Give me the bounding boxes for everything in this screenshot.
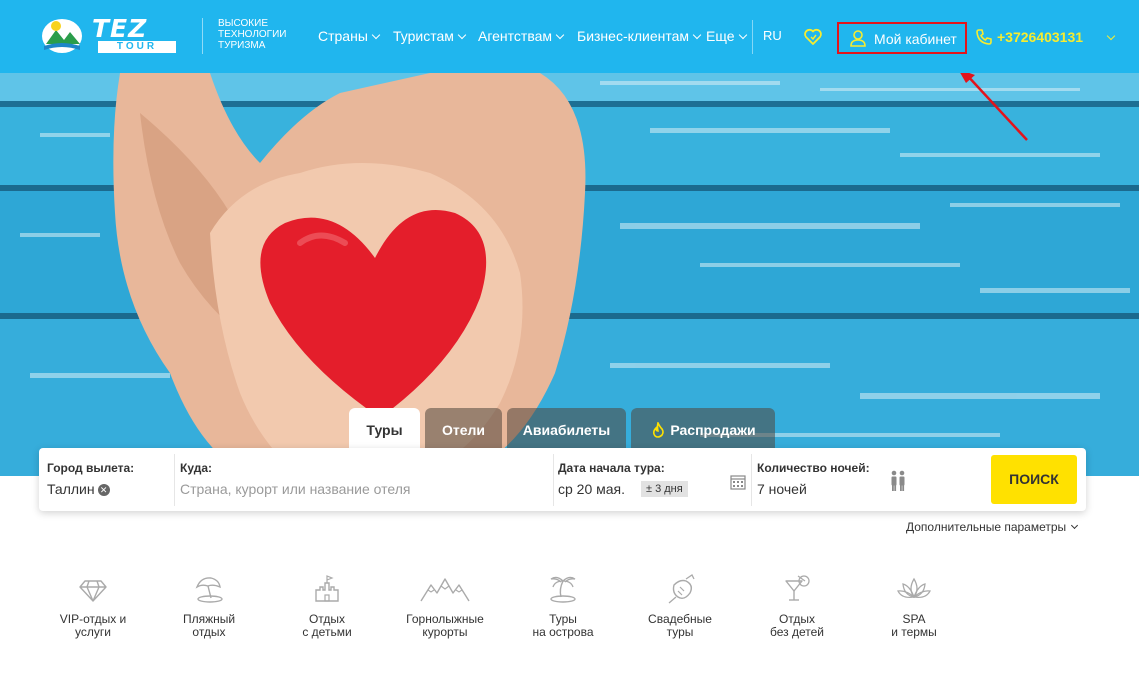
my-cabinet-button[interactable]: Мой кабинет bbox=[837, 22, 967, 54]
nights-label: Количество ночей: bbox=[757, 461, 870, 475]
tab-hotels[interactable]: Отели bbox=[425, 408, 502, 448]
cocktail-icon bbox=[785, 575, 810, 601]
chevron-down-icon bbox=[555, 30, 565, 40]
nav-item-countries[interactable]: Страны bbox=[318, 28, 381, 44]
category-label: курорты bbox=[422, 625, 468, 639]
phone-icon bbox=[976, 29, 992, 45]
palm-island-icon bbox=[550, 576, 576, 603]
date-label: Дата начала тура: bbox=[558, 461, 665, 475]
category-label: туры bbox=[666, 625, 694, 639]
calendar-icon[interactable] bbox=[730, 474, 746, 490]
category-islands[interactable]: Туры на острова bbox=[508, 573, 618, 639]
category-adults[interactable]: Отдых без детей bbox=[742, 573, 852, 639]
lotus-icon bbox=[897, 577, 931, 599]
chevron-down-icon bbox=[692, 30, 702, 40]
slogan-line: ТУРИЗМА bbox=[218, 40, 266, 51]
nav-label: Страны bbox=[318, 28, 368, 44]
tab-sales[interactable]: Распродажи bbox=[631, 408, 775, 448]
tab-label: Распродажи bbox=[670, 422, 756, 438]
destination-label: Куда: bbox=[180, 461, 212, 475]
category-spa[interactable]: SPA и термы bbox=[859, 573, 969, 639]
tour-search-form: Город вылета: Таллин ✕ Куда: Страна, куро… bbox=[39, 448, 1086, 511]
destination-input[interactable]: Страна, курорт или название отеля bbox=[180, 481, 410, 497]
chevron-down-icon bbox=[1071, 521, 1079, 530]
nav-label: Еще bbox=[706, 28, 735, 44]
category-label: с детьми bbox=[302, 625, 352, 639]
beach-umbrella-icon bbox=[195, 577, 223, 603]
tab-tours[interactable]: Туры bbox=[349, 408, 420, 448]
nav-label: Бизнес-клиентам bbox=[577, 28, 690, 44]
search-button[interactable]: ПОИСК bbox=[991, 455, 1077, 504]
nav-divider bbox=[752, 20, 753, 54]
slogan: ВЫСОКИЕ ТЕХНОЛОГИИ ТУРИЗМА bbox=[202, 18, 286, 54]
phone-number: +3726403131 bbox=[997, 29, 1084, 45]
logo-text-tour: TOUR bbox=[98, 41, 176, 53]
site-header: TEZ TOUR ВЫСОКИЕ ТЕХНОЛОГИИ ТУРИЗМА Стра… bbox=[0, 0, 1139, 73]
category-wedding[interactable]: Свадебные туры bbox=[625, 573, 735, 639]
more-params-label: Дополнительные параметры bbox=[906, 520, 1067, 534]
category-label: услуги bbox=[75, 625, 111, 639]
category-label: и термы bbox=[891, 625, 937, 639]
favorites-heart-icon[interactable] bbox=[803, 27, 823, 47]
category-label: отдых bbox=[192, 625, 226, 639]
tab-label: Отели bbox=[441, 422, 486, 438]
nights-value: 7 ночей bbox=[757, 481, 807, 497]
chevron-down-icon bbox=[1106, 31, 1116, 41]
tab-label: Авиабилеты bbox=[522, 422, 611, 438]
clear-icon[interactable]: ✕ bbox=[97, 484, 110, 496]
nav-item-agencies[interactable]: Агентствам bbox=[478, 28, 565, 44]
nav-item-tourists[interactable]: Туристам bbox=[393, 28, 467, 44]
nav-item-more[interactable]: Еще bbox=[706, 28, 747, 44]
category-beach[interactable]: Пляжный отдых bbox=[154, 573, 264, 639]
logo-text-tez: TEZ bbox=[92, 14, 148, 43]
wedding-cake-icon bbox=[668, 574, 695, 604]
slogan-line: ТЕХНОЛОГИИ bbox=[218, 29, 287, 40]
fire-icon bbox=[653, 420, 665, 438]
sandcastle-icon bbox=[315, 575, 339, 602]
departure-city-field[interactable]: Город вылета: Таллин ✕ bbox=[39, 448, 174, 511]
language-switcher[interactable]: RU bbox=[763, 28, 782, 43]
category-kids[interactable]: Отдых с детьми bbox=[272, 573, 382, 639]
category-vip[interactable]: VIP-отдых и услуги bbox=[38, 573, 148, 639]
date-value: ср 20 мая. bbox=[558, 481, 626, 497]
date-flex-badge[interactable]: ± 3 дня bbox=[641, 481, 688, 497]
slogan-line: ВЫСОКИЕ bbox=[218, 18, 268, 29]
chevron-down-icon bbox=[371, 30, 381, 40]
category-label: на острова bbox=[532, 625, 594, 639]
more-params-toggle[interactable]: Дополнительные параметры bbox=[906, 520, 1079, 534]
tab-label: Туры bbox=[366, 422, 403, 438]
chevron-down-icon bbox=[738, 30, 747, 40]
tez-tour-logo[interactable]: TEZ TOUR bbox=[40, 14, 180, 56]
tab-flights[interactable]: Авиабилеты bbox=[507, 408, 626, 448]
diamond-icon bbox=[79, 580, 107, 602]
tourists-icon[interactable] bbox=[889, 470, 907, 492]
category-ski[interactable]: Горнолыжные курорты bbox=[390, 573, 500, 639]
destination-field[interactable]: Куда: Страна, курорт или название отеля bbox=[174, 448, 553, 511]
nav-label: Агентствам bbox=[478, 28, 553, 44]
departure-label: Город вылета: bbox=[47, 461, 135, 475]
departure-city: Таллин bbox=[47, 481, 95, 497]
nights-field[interactable]: Количество ночей: 7 ночей bbox=[751, 448, 981, 511]
start-date-field[interactable]: Дата начала тура: ср 20 мая. ± 3 дня bbox=[553, 448, 751, 511]
departure-value: Таллин ✕ bbox=[47, 481, 110, 497]
mountains-icon bbox=[420, 578, 470, 602]
my-cabinet-label: Мой кабинет bbox=[874, 31, 957, 47]
chevron-down-icon bbox=[457, 30, 467, 40]
nav-item-business[interactable]: Бизнес-клиентам bbox=[577, 28, 702, 44]
nav-label: Туристам bbox=[393, 28, 454, 44]
category-label: без детей bbox=[770, 625, 824, 639]
user-icon bbox=[850, 30, 866, 47]
